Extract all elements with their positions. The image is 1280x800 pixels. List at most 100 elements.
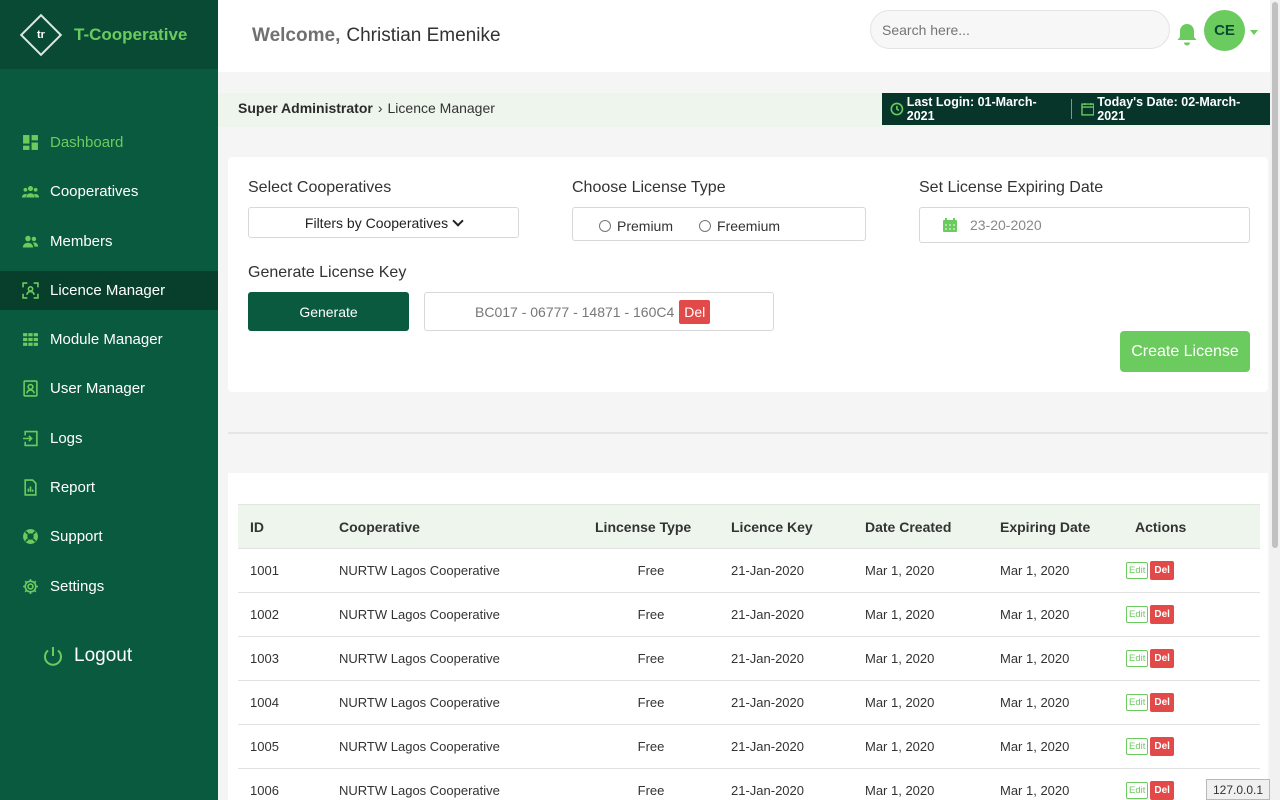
column-header[interactable]: Lincense Type [583, 504, 719, 549]
cell-licence-key: 21-Jan-2020 [719, 724, 853, 769]
license-key-field[interactable]: BC017 - 06777 - 14871 - 160C4 Del [424, 292, 774, 331]
sidebar-item-dashboard[interactable]: Dashboard [0, 123, 218, 162]
cell-expiring-date: Mar 1, 2020 [988, 592, 1123, 637]
license-type-premium[interactable]: Premium [599, 218, 673, 234]
radio-label: Premium [617, 218, 674, 234]
sidebar-item-label: Settings [50, 577, 105, 595]
column-header[interactable]: Actions [1123, 504, 1260, 549]
license-key-value: BC017 - 06777 - 14871 - 160C4 [475, 303, 675, 320]
cell-expiring-date: Mar 1, 2020 [988, 636, 1123, 681]
todays-date: Today's Date: 02-March-2021 [1073, 95, 1273, 123]
sidebar-nav: Dashboard Cooperatives Members Licence M… [0, 123, 218, 616]
cell-cooperative: NURTW Lagos Cooperative [327, 724, 583, 769]
welcome-text: Welcome, Christian Emenike [252, 25, 501, 47]
sidebar-item-report[interactable]: Report [0, 468, 218, 507]
lifebuoy-icon [21, 528, 39, 546]
cell-id: 1005 [238, 724, 327, 769]
cell-license-type: Free [583, 548, 719, 593]
sidebar-item-label: Licence Manager [50, 281, 166, 299]
cell-date-created: Mar 1, 2020 [853, 680, 988, 725]
cooperatives-filter-select[interactable]: Filters by Cooperatives [248, 207, 519, 238]
radio-button[interactable] [599, 220, 611, 232]
generate-button[interactable]: Generate [248, 292, 409, 331]
sidebar-item-label: Report [50, 479, 96, 497]
license-type-freemium[interactable]: Freemium [699, 218, 780, 234]
sidebar-item-licence-manager[interactable]: Licence Manager [0, 270, 218, 310]
column-header[interactable]: Licence Key [719, 504, 853, 549]
scrollbar-thumb[interactable] [1272, 2, 1278, 548]
cell-date-created: Mar 1, 2020 [853, 592, 988, 637]
section-divider [228, 432, 1268, 434]
brand[interactable]: tr T-Cooperative [0, 0, 218, 69]
cell-licence-key: 21-Jan-2020 [719, 548, 853, 593]
logout-button[interactable]: Logout [42, 645, 132, 667]
sidebar-item-label: Dashboard [50, 134, 124, 151]
sidebar-item-settings[interactable]: Settings [0, 567, 218, 606]
user-name: Christian Emenike [346, 25, 501, 46]
column-header[interactable]: Cooperative [327, 504, 583, 549]
delete-button[interactable]: Del [1150, 693, 1174, 712]
welcome-label: Welcome, [252, 25, 341, 46]
sidebar-item-module-manager[interactable]: Module Manager [0, 320, 218, 359]
column-header[interactable]: Date Created [853, 504, 988, 549]
license-icon [21, 281, 39, 299]
avatar[interactable]: CE [1204, 10, 1245, 51]
expiring-date-field[interactable]: 23-20-2020 [919, 207, 1250, 243]
cell-license-type: Free [583, 592, 719, 637]
delete-button[interactable]: Del [1150, 605, 1174, 624]
license-type-label: Choose License Type [572, 179, 726, 196]
sidebar-item-cooperatives[interactable]: Cooperatives [0, 172, 218, 211]
sidebar-item-support[interactable]: Support [0, 517, 218, 556]
cell-licence-key: 21-Jan-2020 [719, 592, 853, 637]
chevron-down-icon[interactable] [1250, 30, 1258, 35]
edit-button[interactable]: Edit [1126, 606, 1149, 623]
edit-button[interactable]: Edit [1126, 562, 1149, 579]
edit-button[interactable]: Edit [1126, 738, 1149, 755]
sidebar-item-user-manager[interactable]: User Manager [0, 369, 218, 408]
cell-actions: Edit Del [1123, 680, 1260, 725]
calendar-icon [943, 218, 957, 232]
notification-bell-icon[interactable] [1176, 22, 1198, 46]
breadcrumb-root[interactable]: Super Administrator [238, 100, 373, 116]
table-row[interactable]: 1003 NURTW Lagos Cooperative Free 21-Jan-20… [238, 636, 1260, 681]
login-info-box: Last Login: 01-March-2021 Today's Date: … [882, 93, 1273, 125]
edit-button[interactable]: Edit [1126, 694, 1149, 711]
license-form-card: Select Cooperatives Filters by Cooperati… [228, 157, 1268, 392]
radio-button[interactable] [699, 220, 712, 232]
radio-label: Freemium [717, 218, 781, 234]
delete-button[interactable]: Del [1150, 561, 1174, 580]
generate-key-label: Generate License Key [248, 264, 407, 281]
cell-licence-key: 21-Jan-2020 [719, 680, 853, 725]
table-row[interactable]: 1001 NURTW Lagos Cooperative Free 21-Jan-20… [238, 548, 1260, 593]
delete-button[interactable]: Del [1150, 781, 1174, 800]
edit-button[interactable]: Edit [1126, 650, 1149, 667]
cell-actions: Edit Del [1123, 548, 1260, 593]
column-header[interactable]: Expiring Date [988, 504, 1123, 549]
breadcrumb-bar: Super Administrator › Licence Manager Last… [218, 93, 1273, 127]
cell-license-type: Free [583, 680, 719, 725]
sidebar-item-members[interactable]: Members [0, 222, 218, 261]
create-license-button[interactable]: Create License [1120, 331, 1250, 372]
search-input[interactable] [870, 10, 1170, 49]
table-row[interactable]: 1005 NURTW Lagos Cooperative Free 21-Jan-20… [238, 724, 1260, 769]
cell-licence-key: 21-Jan-2020 [719, 636, 853, 681]
column-header[interactable]: ID [238, 504, 327, 549]
sidebar-item-label: Logs [50, 429, 83, 447]
cell-id: 1004 [238, 680, 327, 725]
edit-button[interactable]: Edit [1126, 782, 1149, 800]
delete-button[interactable]: Del [1150, 737, 1174, 756]
cell-date-created: Mar 1, 2020 [853, 548, 988, 593]
delete-button[interactable]: Del [1150, 649, 1174, 668]
table-row[interactable]: 1004 NURTW Lagos Cooperative Free 21-Jan-20… [238, 680, 1260, 725]
clock-icon [890, 102, 904, 116]
delete-key-button[interactable]: Del [679, 299, 711, 324]
sidebar-item-logs[interactable]: Logs [0, 419, 218, 458]
sidebar-item-label: User Manager [50, 380, 146, 398]
cell-expiring-date: Mar 1, 2020 [988, 680, 1123, 725]
table-row[interactable]: 1002 NURTW Lagos Cooperative Free 21-Jan-20… [238, 592, 1260, 637]
info-divider [1070, 99, 1072, 119]
scrollbar[interactable] [1270, 0, 1280, 800]
table-row[interactable]: 1006 NURTW Lagos Cooperative Free 21-Jan-20… [238, 768, 1260, 800]
users-group-icon [21, 183, 39, 201]
breadcrumb: Super Administrator › Licence Manager [238, 100, 495, 116]
